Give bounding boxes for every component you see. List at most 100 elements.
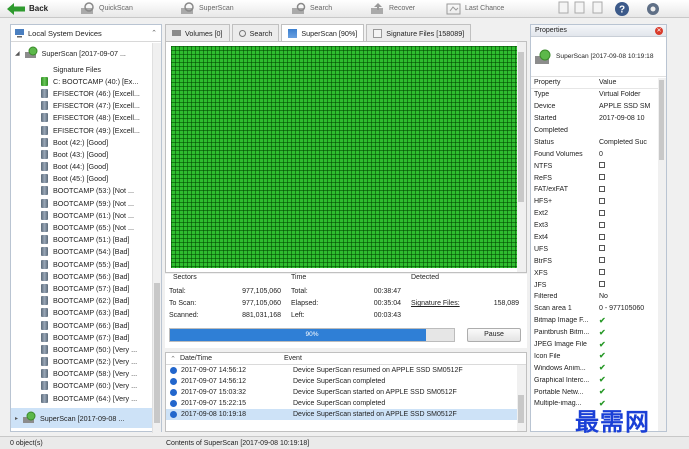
sectors-scanned-label: Scanned: — [169, 312, 199, 319]
expand-arrow-icon[interactable]: ◢ — [15, 50, 20, 57]
back-button[interactable]: Back — [6, 0, 48, 18]
tree-item[interactable]: BOOTCAMP (51:) [Bad] — [11, 234, 154, 246]
log-datetime: 2017-09-07 14:56:12 — [181, 367, 246, 374]
log-event: Device SuperScan resumed on APPLE SSD SM… — [293, 367, 463, 374]
tree-item[interactable]: BOOTCAMP (62:) [Bad] — [11, 295, 154, 307]
settings-button[interactable] — [645, 1, 661, 17]
tree-item[interactable]: BOOTCAMP (50:) [Very ... — [11, 343, 154, 355]
tree-item[interactable]: Boot (45:) [Good] — [11, 173, 154, 185]
map-scrollbar[interactable] — [517, 42, 526, 272]
checkbox-unchecked[interactable] — [599, 245, 605, 252]
check-icon[interactable]: ✔ — [599, 329, 606, 337]
checkbox-unchecked[interactable] — [599, 209, 605, 216]
log-row[interactable]: 2017-09-07 15:03:32 Device SuperScan star… — [166, 387, 526, 398]
properties-scrollbar[interactable] — [658, 78, 666, 431]
check-icon[interactable]: ✔ — [599, 352, 606, 360]
checkbox-unchecked[interactable] — [599, 257, 605, 264]
log-row[interactable]: 2017-09-08 10:19:18 Device SuperScan star… — [166, 409, 526, 420]
tree-item[interactable]: Boot (43:) [Good] — [11, 148, 154, 160]
check-icon[interactable]: ✔ — [599, 317, 606, 325]
tree-item[interactable]: BOOTCAMP (55:) [Bad] — [11, 258, 154, 270]
tree-item[interactable]: BOOTCAMP (58:) [Very ... — [11, 368, 154, 380]
event-log-header: ⌃ Date/Time Event — [166, 353, 526, 365]
tree-item[interactable]: BOOTCAMP (67:) [Bad] — [11, 331, 154, 343]
expand-arrow-icon[interactable]: ▸ — [15, 415, 18, 422]
check-icon[interactable]: ✔ — [599, 376, 606, 384]
superscan-button[interactable]: SuperScan — [180, 0, 234, 18]
quickscan-button[interactable]: QuickScan — [80, 0, 133, 18]
sort-arrow-icon[interactable]: ⌃ — [166, 355, 180, 363]
volume-icon — [41, 271, 48, 281]
drive-scan-icon — [23, 411, 36, 424]
last-chance-button[interactable]: Last Chance — [446, 0, 504, 18]
tree-item[interactable]: EFISECTOR (46:) [Excell... — [11, 87, 154, 99]
tree-item[interactable]: EFISECTOR (49:) [Excell... — [11, 124, 154, 136]
tree-item[interactable]: BOOTCAMP (59:) [Not ... — [11, 197, 154, 209]
search-button[interactable]: Search — [291, 0, 332, 18]
tree-item[interactable]: C: BOOTCAMP (40:) [Ex... — [11, 75, 154, 87]
tree-item[interactable]: BOOTCAMP (60:) [Very ... — [11, 380, 154, 392]
filesystem-row: Ext4 — [531, 232, 666, 244]
recover-button[interactable]: Recover — [370, 0, 415, 18]
tree-root-superscan-1[interactable]: ◢ SuperScan [2017-09-07 ... — [11, 43, 154, 63]
page-icon-3[interactable] — [592, 1, 604, 15]
col-event[interactable]: Event — [284, 355, 302, 362]
checkbox-unchecked[interactable] — [599, 174, 605, 181]
tree-item[interactable]: Signature Files — [11, 63, 154, 75]
tree-item[interactable]: BOOTCAMP (53:) [Not ... — [11, 185, 154, 197]
tab-volumes[interactable]: Volumes [0] — [165, 24, 230, 41]
tree-item-label: BOOTCAMP (62:) [Bad] — [53, 296, 130, 306]
log-row[interactable]: 2017-09-07 15:22:15 Device SuperScan comp… — [166, 398, 526, 409]
tree-item[interactable]: EFISECTOR (48:) [Excell... — [11, 112, 154, 124]
filesystem-row: HFS+ — [531, 196, 666, 208]
tree-item[interactable]: BOOTCAMP (64:) [Very ... — [11, 392, 154, 404]
tab-superscan[interactable]: SuperScan [90%] — [281, 24, 365, 41]
property-name: Bitmap Image F... — [534, 317, 589, 325]
tree-item[interactable]: BOOTCAMP (63:) [Bad] — [11, 307, 154, 319]
check-icon[interactable]: ✔ — [599, 388, 606, 396]
tree-item[interactable]: EFISECTOR (47:) [Excell... — [11, 100, 154, 112]
sector-map-grid — [171, 46, 517, 268]
volume-icon — [41, 162, 48, 172]
checkbox-unchecked[interactable] — [599, 233, 605, 240]
col-datetime[interactable]: Date/Time — [180, 355, 284, 362]
close-icon[interactable]: ✕ — [655, 27, 663, 35]
back-label: Back — [29, 4, 49, 13]
tab-signature-files[interactable]: Signature Files [158089] — [366, 24, 472, 41]
tree-item[interactable]: Boot (44:) [Good] — [11, 161, 154, 173]
log-row[interactable]: 2017-09-07 14:56:12 Device SuperScan comp… — [166, 376, 526, 387]
volume-icon — [41, 369, 48, 379]
checkbox-unchecked[interactable] — [599, 221, 605, 228]
log-row[interactable]: 2017-09-07 14:56:12 Device SuperScan resu… — [166, 365, 526, 376]
log-scrollbar[interactable] — [517, 365, 526, 431]
tree-scrollbar[interactable] — [152, 43, 161, 433]
tree-item[interactable]: BOOTCAMP (61:) [Not ... — [11, 209, 154, 221]
tree-item[interactable]: BOOTCAMP (54:) [Bad] — [11, 246, 154, 258]
property-name: Paintbrush Bitm... — [534, 329, 590, 337]
tab-search[interactable]: Search — [231, 24, 280, 41]
tree-item[interactable]: BOOTCAMP (57:) [Bad] — [11, 282, 154, 294]
tree-root-superscan-2[interactable]: ▸ SuperScan [2017-09-08 ... — [11, 408, 154, 429]
check-icon[interactable]: ✔ — [599, 341, 606, 349]
checkbox-unchecked[interactable] — [599, 197, 605, 204]
property-row: Filtered No — [531, 291, 666, 303]
tree-item[interactable]: BOOTCAMP (56:) [Bad] — [11, 270, 154, 282]
help-button[interactable]: ? — [614, 1, 630, 17]
checkbox-unchecked[interactable] — [599, 269, 605, 276]
checkbox-unchecked[interactable] — [599, 185, 605, 192]
tree-item[interactable]: BOOTCAMP (52:) [Very ... — [11, 356, 154, 368]
checkbox-unchecked[interactable] — [599, 162, 605, 169]
tree-item[interactable]: BOOTCAMP (66:) [Bad] — [11, 319, 154, 331]
signature-files-link[interactable]: Signature Files: — [411, 300, 460, 307]
page-icon-1[interactable] — [558, 1, 570, 15]
pause-button[interactable]: Pause — [467, 328, 521, 342]
page-icon-2[interactable] — [574, 1, 586, 15]
search-label: Search — [310, 5, 333, 12]
collapse-arrow-icon[interactable]: ⌃ — [151, 29, 157, 37]
device-tree: ◢ SuperScan [2017-09-07 ... Signature Fi… — [11, 43, 154, 433]
property-name: Graphical Interc... — [534, 376, 590, 384]
checkbox-unchecked[interactable] — [599, 281, 605, 288]
tree-item[interactable]: BOOTCAMP (65:) [Not ... — [11, 221, 154, 233]
tree-item[interactable]: Boot (42:) [Good] — [11, 136, 154, 148]
check-icon[interactable]: ✔ — [599, 364, 606, 372]
